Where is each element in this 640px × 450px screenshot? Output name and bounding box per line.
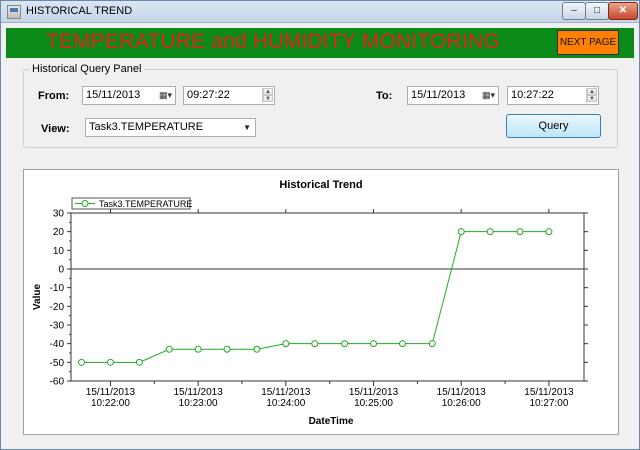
historical-trend-chart: Historical Trend Value DateTime Task3.TE… xyxy=(23,169,619,435)
close-button[interactable]: ✕ xyxy=(608,2,638,20)
data-point xyxy=(282,340,290,348)
data-point xyxy=(194,345,202,353)
to-time-field[interactable]: 10:27:22 ▲ ▼ xyxy=(507,86,599,105)
title-bar[interactable]: HISTORICAL TREND – □ ✕ xyxy=(1,1,639,23)
calendar-dropdown-icon[interactable]: ▦▾ xyxy=(481,89,496,102)
data-point xyxy=(545,228,553,236)
y-tick-label: 20 xyxy=(53,227,65,238)
x-tick-label-date: 15/11/2013 xyxy=(86,387,136,398)
chart-title: Historical Trend xyxy=(279,179,362,191)
x-tick-label-time: 10:23:00 xyxy=(179,398,218,409)
window-title: HISTORICAL TREND xyxy=(26,5,133,17)
y-axis-label: Value xyxy=(32,284,43,311)
x-tick-label-time: 10:24:00 xyxy=(266,398,305,409)
x-tick-label-time: 10:26:00 xyxy=(442,398,481,409)
dropdown-arrow-icon[interactable]: ▼ xyxy=(243,119,251,136)
legend-label: Task3.TEMPERATURE xyxy=(99,199,192,209)
y-tick-label: -60 xyxy=(50,377,65,388)
data-point xyxy=(370,340,378,348)
from-label: From: xyxy=(38,90,70,102)
from-time-value: 09:27:22 xyxy=(187,89,230,101)
x-axis-label: DateTime xyxy=(309,416,354,427)
x-tick-label-date: 15/11/2013 xyxy=(524,387,574,398)
x-tick-label-date: 15/11/2013 xyxy=(349,387,399,398)
x-tick-label-date: 15/11/2013 xyxy=(261,387,311,398)
chart-canvas: Historical Trend Value DateTime Task3.TE… xyxy=(32,179,588,427)
x-tick-label-date: 15/11/2013 xyxy=(437,387,487,398)
header-banner: TEMPERATURE and HUMIDITY MONITORING xyxy=(6,28,634,58)
from-date-value: 15/11/2013 xyxy=(86,89,141,101)
data-point xyxy=(78,358,86,366)
data-point xyxy=(165,345,173,353)
to-date-picker[interactable]: 15/11/2013 ▦▾ xyxy=(407,86,499,105)
data-point xyxy=(341,340,349,348)
y-tick-label: -20 xyxy=(50,302,65,313)
historical-trend-window: HISTORICAL TREND – □ ✕ TEMPERATURE and H… xyxy=(0,0,640,450)
spin-up-icon[interactable]: ▲ xyxy=(263,88,273,95)
data-point xyxy=(428,340,436,348)
from-time-field[interactable]: 09:27:22 ▲ ▼ xyxy=(183,86,275,105)
y-tick-label: -50 xyxy=(50,358,65,369)
data-point xyxy=(106,358,114,366)
minimize-button[interactable]: – xyxy=(562,2,586,20)
data-point xyxy=(253,345,261,353)
spin-up-icon[interactable]: ▲ xyxy=(587,88,597,95)
query-panel-legend: Historical Query Panel xyxy=(29,63,145,75)
data-point xyxy=(457,228,465,236)
data-point xyxy=(516,228,524,236)
view-select[interactable]: Task3.TEMPERATURE ▼ xyxy=(85,118,256,137)
x-tick-label-time: 10:27:00 xyxy=(529,398,568,409)
data-point xyxy=(135,358,143,366)
plot-area-frame xyxy=(70,212,585,382)
y-tick-label: 10 xyxy=(53,246,65,257)
y-tick-label: 0 xyxy=(58,265,64,276)
data-point xyxy=(311,340,319,348)
x-tick-label-time: 10:25:00 xyxy=(354,398,393,409)
to-label: To: xyxy=(376,90,393,102)
page-title: TEMPERATURE and HUMIDITY MONITORING xyxy=(46,30,500,53)
y-tick-label: -10 xyxy=(50,283,65,294)
from-time-spinner[interactable]: ▲ ▼ xyxy=(262,88,273,103)
app-icon xyxy=(7,5,21,19)
query-button[interactable]: Query xyxy=(506,114,601,138)
y-tick-label: 30 xyxy=(53,209,65,220)
from-date-picker[interactable]: 15/11/2013 ▦▾ xyxy=(82,86,176,105)
data-point xyxy=(398,340,406,348)
maximize-button[interactable]: □ xyxy=(585,2,609,20)
to-date-value: 15/11/2013 xyxy=(411,89,466,101)
spin-down-icon[interactable]: ▼ xyxy=(587,95,597,102)
y-tick-label: -40 xyxy=(50,339,65,350)
y-tick-label: -30 xyxy=(50,321,65,332)
view-select-value: Task3.TEMPERATURE xyxy=(89,121,204,133)
view-label: View: xyxy=(41,123,70,135)
x-tick-label-time: 10:22:00 xyxy=(91,398,130,409)
data-point xyxy=(486,228,494,236)
next-page-button[interactable]: NEXT PAGE xyxy=(557,30,619,55)
calendar-dropdown-icon[interactable]: ▦▾ xyxy=(158,89,173,102)
to-time-spinner[interactable]: ▲ ▼ xyxy=(586,88,597,103)
data-point xyxy=(223,345,231,353)
chart-legend: Task3.TEMPERATURE xyxy=(71,197,192,210)
spin-down-icon[interactable]: ▼ xyxy=(263,95,273,102)
x-tick-label-date: 15/11/2013 xyxy=(173,387,223,398)
to-time-value: 10:27:22 xyxy=(511,89,554,101)
